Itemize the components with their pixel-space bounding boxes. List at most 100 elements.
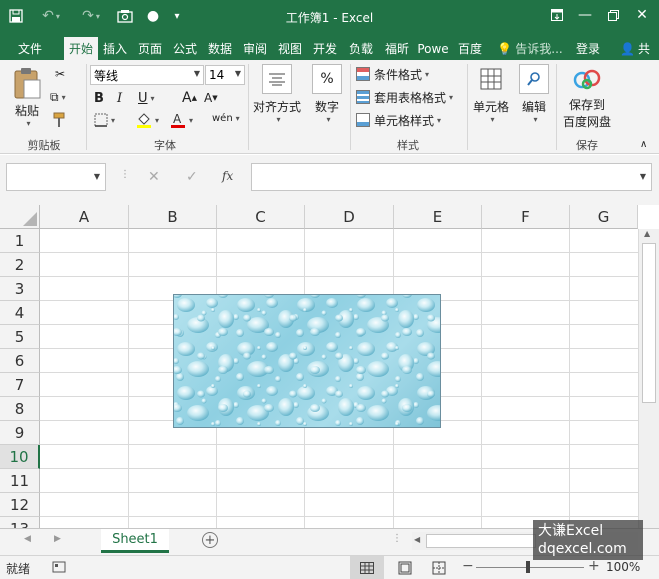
sheet-prev-icon[interactable]: ◀ bbox=[24, 534, 31, 544]
column-header[interactable]: D bbox=[305, 205, 394, 229]
macro-record-icon[interactable] bbox=[52, 560, 66, 577]
row-header[interactable]: 2 bbox=[0, 253, 40, 277]
row-header-selected[interactable]: 10 bbox=[0, 445, 40, 469]
tab-formulas[interactable]: 公式 bbox=[169, 37, 201, 60]
watermark-line-2: dqexcel.com bbox=[538, 541, 627, 557]
select-all-corner[interactable] bbox=[0, 205, 40, 229]
number-button[interactable]: % 数字 ▾ bbox=[308, 64, 346, 124]
grow-font-button[interactable]: A ▲ bbox=[182, 88, 200, 108]
chevron-down-icon: ▼ bbox=[639, 172, 646, 181]
row-header[interactable]: 11 bbox=[0, 469, 40, 493]
tab-home[interactable]: 开始 bbox=[64, 37, 98, 60]
italic-button[interactable]: I bbox=[117, 88, 133, 108]
tab-page-layout[interactable]: 页面 bbox=[134, 37, 166, 60]
row-header[interactable]: 1 bbox=[0, 229, 40, 253]
column-header[interactable]: G bbox=[570, 205, 638, 229]
underline-button[interactable]: U ▾ bbox=[138, 88, 166, 108]
cut-icon[interactable]: ✂ bbox=[50, 64, 70, 84]
bold-button[interactable]: B bbox=[94, 88, 110, 108]
water-drops-picture[interactable] bbox=[173, 294, 441, 428]
sheet-tab[interactable]: Sheet1 bbox=[101, 529, 169, 553]
tab-foxit[interactable]: 福昕 bbox=[381, 37, 413, 60]
zoom-in-icon[interactable]: + bbox=[588, 558, 600, 574]
vertical-scrollbar[interactable]: ▲ bbox=[638, 229, 659, 528]
insert-function-icon[interactable]: fx bbox=[222, 169, 233, 183]
table-format-label: 套用表格格式 bbox=[374, 90, 447, 105]
tab-data[interactable]: 数据 bbox=[204, 37, 236, 60]
zoom-slider[interactable] bbox=[476, 561, 584, 573]
group-divider bbox=[248, 64, 249, 150]
scroll-up-icon[interactable]: ▲ bbox=[644, 229, 650, 238]
edit-button[interactable]: 编辑 ▾ bbox=[515, 64, 553, 124]
table-format-button[interactable]: 套用表格格式 ▾ bbox=[356, 87, 453, 107]
alignment-button[interactable]: 对齐方式 ▾ bbox=[252, 64, 302, 124]
add-sheet-icon[interactable]: + bbox=[202, 532, 218, 548]
group-divider bbox=[467, 64, 468, 150]
sheet-next-icon[interactable]: ▶ bbox=[54, 534, 61, 544]
row-header[interactable]: 3 bbox=[0, 277, 40, 301]
column-header[interactable]: C bbox=[217, 205, 305, 229]
tab-baidu[interactable]: 百度 bbox=[453, 37, 487, 60]
conditional-format-button[interactable]: 条件格式 ▾ bbox=[356, 64, 429, 84]
scroll-left-icon[interactable]: ◀ bbox=[414, 535, 420, 544]
close-icon[interactable]: ✕ bbox=[629, 4, 655, 26]
tab-load[interactable]: 负载 bbox=[344, 37, 378, 60]
save-baidu-label-1: 保存到 bbox=[568, 98, 605, 112]
font-name-combo[interactable]: 等线 ▼ bbox=[90, 65, 204, 85]
paste-button[interactable]: 粘贴 ▾ bbox=[8, 66, 46, 128]
row-header[interactable]: 6 bbox=[0, 349, 40, 373]
group-divider bbox=[556, 64, 557, 150]
font-color-icon[interactable]: A ▾ bbox=[170, 110, 200, 130]
tab-insert[interactable]: 插入 bbox=[99, 37, 131, 60]
fill-color-icon[interactable]: ▾ bbox=[136, 110, 166, 130]
ribbon-display-icon[interactable] bbox=[544, 4, 570, 26]
page-layout-view-icon[interactable] bbox=[398, 561, 412, 578]
normal-view-icon[interactable] bbox=[350, 556, 384, 579]
grid-line bbox=[40, 444, 638, 445]
tab-developer[interactable]: 开发 bbox=[309, 37, 341, 60]
tab-view[interactable]: 视图 bbox=[274, 37, 306, 60]
row-header[interactable]: 12 bbox=[0, 493, 40, 517]
name-box[interactable]: ▼ bbox=[6, 163, 106, 191]
column-header[interactable]: A bbox=[40, 205, 129, 229]
column-header[interactable]: E bbox=[394, 205, 482, 229]
page-break-view-icon[interactable] bbox=[432, 561, 446, 578]
collapse-ribbon-icon[interactable]: ∧ bbox=[640, 134, 647, 154]
cells-button[interactable]: 单元格 ▾ bbox=[470, 64, 512, 124]
zoom-slider-thumb[interactable] bbox=[526, 561, 530, 573]
number-label: 数字 bbox=[314, 100, 339, 114]
phonetic-icon[interactable]: wén ▾ bbox=[212, 108, 242, 128]
scroll-thumb[interactable] bbox=[642, 243, 656, 403]
format-painter-icon[interactable] bbox=[50, 110, 70, 130]
tab-power[interactable]: Powe bbox=[416, 37, 450, 60]
cell-style-button[interactable]: 单元格样式 ▾ bbox=[356, 110, 441, 130]
row-header[interactable]: 5 bbox=[0, 325, 40, 349]
row-header[interactable]: 7 bbox=[0, 373, 40, 397]
row-header[interactable]: 9 bbox=[0, 421, 40, 445]
row-header[interactable]: 4 bbox=[0, 301, 40, 325]
border-icon[interactable]: ▾ bbox=[94, 110, 120, 130]
column-header[interactable]: F bbox=[482, 205, 570, 229]
enter-icon[interactable]: ✓ bbox=[186, 169, 198, 185]
zoom-level[interactable]: 100% bbox=[606, 560, 640, 574]
tab-file[interactable]: 文件 bbox=[8, 37, 52, 60]
column-header[interactable]: B bbox=[129, 205, 217, 229]
zoom-out-icon[interactable]: − bbox=[462, 558, 474, 574]
row-header[interactable]: 13 bbox=[0, 517, 40, 528]
scroll-thumb[interactable] bbox=[426, 534, 536, 548]
shrink-font-button[interactable]: A ▼ bbox=[204, 88, 222, 108]
cancel-icon[interactable]: ✕ bbox=[148, 169, 160, 185]
tell-me-box[interactable]: 💡 告诉我... bbox=[496, 37, 564, 60]
share-button[interactable]: 👤 共 bbox=[612, 37, 658, 60]
worksheet-grid[interactable]: A B C D E F G 1 2 3 4 5 6 7 8 9 10 11 12… bbox=[0, 205, 659, 528]
font-size-combo[interactable]: 14 ▼ bbox=[205, 65, 245, 85]
save-baidu-button[interactable]: 保存到 百度网盘 bbox=[558, 64, 616, 130]
tab-review[interactable]: 审阅 bbox=[239, 37, 271, 60]
minimize-icon[interactable]: — bbox=[572, 4, 598, 26]
formula-input[interactable]: ▼ bbox=[251, 163, 652, 191]
copy-icon[interactable]: ⧉ ▾ bbox=[50, 87, 78, 107]
row-header[interactable]: 8 bbox=[0, 397, 40, 421]
maximize-icon[interactable] bbox=[600, 4, 626, 26]
login-link[interactable]: 登录 bbox=[572, 37, 604, 60]
chevron-down-icon: ▼ bbox=[93, 172, 100, 181]
